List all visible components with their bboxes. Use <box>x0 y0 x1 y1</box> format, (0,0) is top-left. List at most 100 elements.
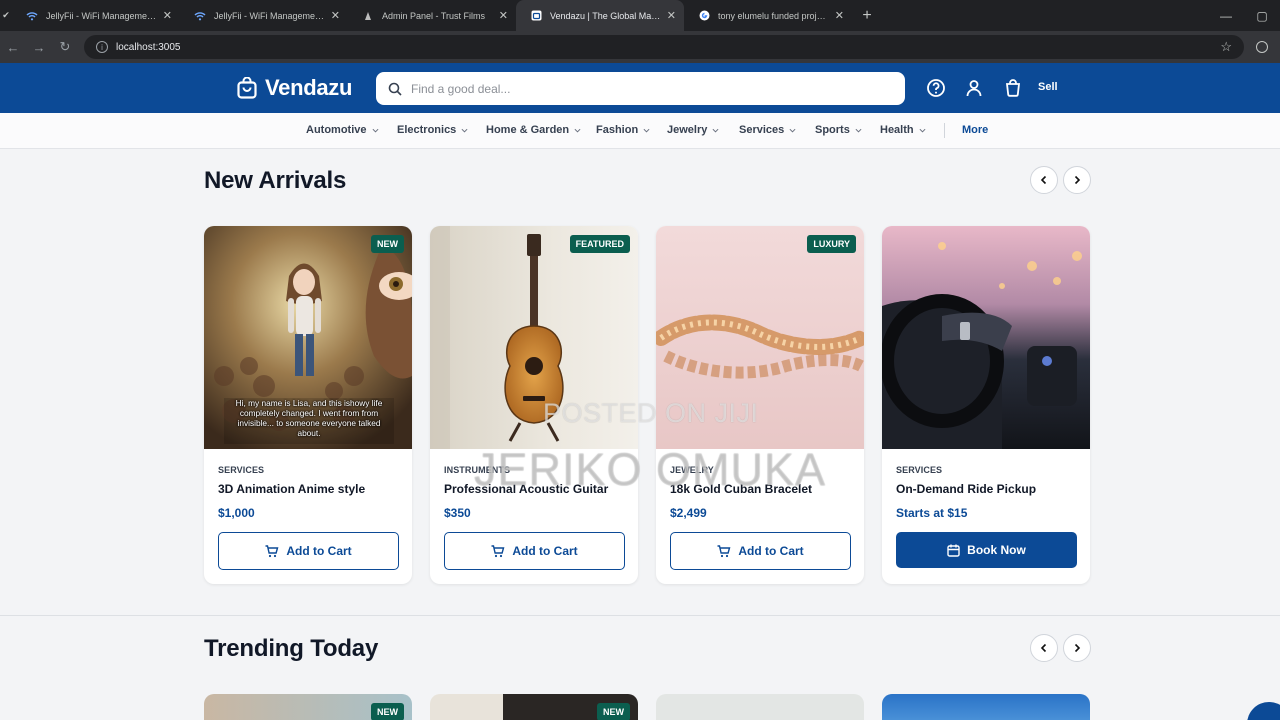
chevron-down-icon <box>461 128 468 133</box>
tab-overflow[interactable]: ✔ <box>0 0 12 31</box>
shopping-bag-icon <box>237 77 257 99</box>
category-services[interactable]: Services <box>739 124 796 136</box>
product-price: $2,499 <box>670 506 707 520</box>
profile-icon[interactable] <box>1256 41 1268 53</box>
trending-prev-button[interactable] <box>1030 634 1058 662</box>
category-automotive[interactable]: Automotive <box>306 124 379 136</box>
product-name[interactable]: 3D Animation Anime style <box>218 482 365 496</box>
product-image-bracelet <box>656 226 864 449</box>
product-name[interactable]: On-Demand Ride Pickup <box>896 482 1036 496</box>
button-label: Add to Cart <box>512 544 578 558</box>
close-icon[interactable]: ✕ <box>499 9 508 22</box>
search-input[interactable] <box>411 81 881 96</box>
add-to-cart-button[interactable]: Add to Cart <box>444 532 625 570</box>
product-image-guitar <box>430 226 638 449</box>
product-price: $1,000 <box>218 506 255 520</box>
chevron-down-icon <box>574 128 581 133</box>
scroll-to-top-button[interactable] <box>1247 702 1280 720</box>
chevron-right-icon <box>1074 643 1081 653</box>
search-bar[interactable] <box>376 72 905 105</box>
category-nav: Automotive Electronics Home & Garden Fas… <box>0 113 1280 149</box>
sell-link[interactable]: Sell <box>1038 81 1058 93</box>
browser-tab[interactable]: JellyFii - WiFi Management Platform ✕ <box>180 0 348 31</box>
reload-icon[interactable]: ↻ <box>52 39 78 55</box>
product-name[interactable]: 18k Gold Cuban Bracelet <box>670 482 812 496</box>
category-electronics[interactable]: Electronics <box>397 124 468 136</box>
cart-icon <box>265 544 279 557</box>
back-icon[interactable]: ← <box>0 40 26 55</box>
tab-title: Vendazu | The Global Marketplace <box>550 10 661 21</box>
chevron-down-icon <box>919 128 926 133</box>
book-now-button[interactable]: Book Now <box>896 532 1077 568</box>
category-label: Electronics <box>397 124 457 136</box>
add-to-cart-button[interactable]: Add to Cart <box>670 532 851 570</box>
cart-icon[interactable] <box>1003 78 1023 98</box>
button-label: Add to Cart <box>286 544 352 558</box>
trending-card[interactable] <box>882 694 1090 720</box>
trending-card[interactable] <box>656 694 864 720</box>
product-image-ride <box>882 226 1090 449</box>
product-category: INSTRUMENTS <box>444 465 511 475</box>
category-fashion[interactable]: Fashion <box>596 124 650 136</box>
close-icon[interactable]: ✕ <box>667 9 676 22</box>
category-label: Home & Garden <box>486 124 570 136</box>
search-icon <box>388 82 402 96</box>
trending-card[interactable]: NEW <box>430 694 638 720</box>
product-card[interactable]: SERVICES On-Demand Ride Pickup Starts at… <box>882 226 1090 584</box>
browser-tab-active[interactable]: Vendazu | The Global Marketplace ✕ <box>516 0 684 31</box>
chevron-down-icon <box>712 128 719 133</box>
tab-title: Admin Panel - Trust Films <box>382 10 486 21</box>
tab-title: JellyFii - WiFi Management Platform <box>214 10 325 21</box>
window-controls: — ▢ <box>1208 0 1280 31</box>
url-field[interactable]: i localhost:3005 ☆ <box>84 35 1244 59</box>
carousel-next-button[interactable] <box>1063 166 1091 194</box>
product-image-anime: Hi, my name is Lisa, and this ishowy lif… <box>204 226 412 449</box>
category-sports[interactable]: Sports <box>815 124 862 136</box>
category-label: Health <box>880 124 914 136</box>
product-badge: NEW <box>371 235 404 253</box>
trending-card[interactable]: NEW <box>204 694 412 720</box>
more-categories-link[interactable]: More <box>962 124 988 136</box>
browser-tab[interactable]: Admin Panel - Trust Films ✕ <box>348 0 516 31</box>
chevron-down-icon <box>789 128 796 133</box>
user-icon[interactable] <box>964 78 984 98</box>
category-home-garden[interactable]: Home & Garden <box>486 124 581 136</box>
chevron-down-icon <box>643 128 650 133</box>
carousel-prev-button[interactable] <box>1030 166 1058 194</box>
forward-icon[interactable]: → <box>26 40 52 55</box>
chevron-down-icon <box>372 128 378 133</box>
bookmark-star-icon[interactable]: ☆ <box>1220 39 1232 55</box>
browser-tab[interactable]: tony elumelu funded projects - Google Se… <box>684 0 852 31</box>
wifi-icon <box>26 10 38 22</box>
button-label: Add to Cart <box>738 544 804 558</box>
site-info-icon[interactable]: i <box>96 41 108 53</box>
trending-next-button[interactable] <box>1063 634 1091 662</box>
new-tab-button[interactable]: + <box>852 0 882 31</box>
close-icon[interactable]: ✕ <box>835 9 844 22</box>
product-card[interactable]: FEATURED INSTRUMENTS Professional Acoust… <box>430 226 638 584</box>
product-badge: NEW <box>371 703 404 720</box>
new-arrivals-title: New Arrivals <box>204 167 347 194</box>
trending-title: Trending Today <box>204 635 379 662</box>
category-health[interactable]: Health <box>880 124 926 136</box>
category-label: Automotive <box>306 124 367 136</box>
help-icon[interactable] <box>926 78 946 98</box>
product-card[interactable]: LUXURY JEWELRY 18k Gold Cuban Bracelet $… <box>656 226 864 584</box>
close-icon[interactable]: ✕ <box>163 9 172 22</box>
category-label: Jewelry <box>667 124 708 136</box>
tab-title: JellyFii - WiFi Management Platform <box>46 10 157 21</box>
bag-icon <box>530 10 542 22</box>
add-to-cart-button[interactable]: Add to Cart <box>218 532 399 570</box>
maximize-icon[interactable]: ▢ <box>1244 9 1280 23</box>
logo[interactable]: Vendazu <box>237 75 352 101</box>
nav-divider <box>944 123 945 138</box>
anime-caption: Hi, my name is Lisa, and this ishowy lif… <box>235 398 383 438</box>
section-divider <box>0 615 1280 616</box>
product-badge: FEATURED <box>569 235 630 253</box>
minimize-icon[interactable]: — <box>1208 9 1244 23</box>
category-jewelry[interactable]: Jewelry <box>667 124 719 136</box>
browser-tab[interactable]: JellyFii - WiFi Management Platform ✕ <box>12 0 180 31</box>
product-card[interactable]: Hi, my name is Lisa, and this ishowy lif… <box>204 226 412 584</box>
product-name[interactable]: Professional Acoustic Guitar <box>444 482 608 496</box>
close-icon[interactable]: ✕ <box>331 9 340 22</box>
